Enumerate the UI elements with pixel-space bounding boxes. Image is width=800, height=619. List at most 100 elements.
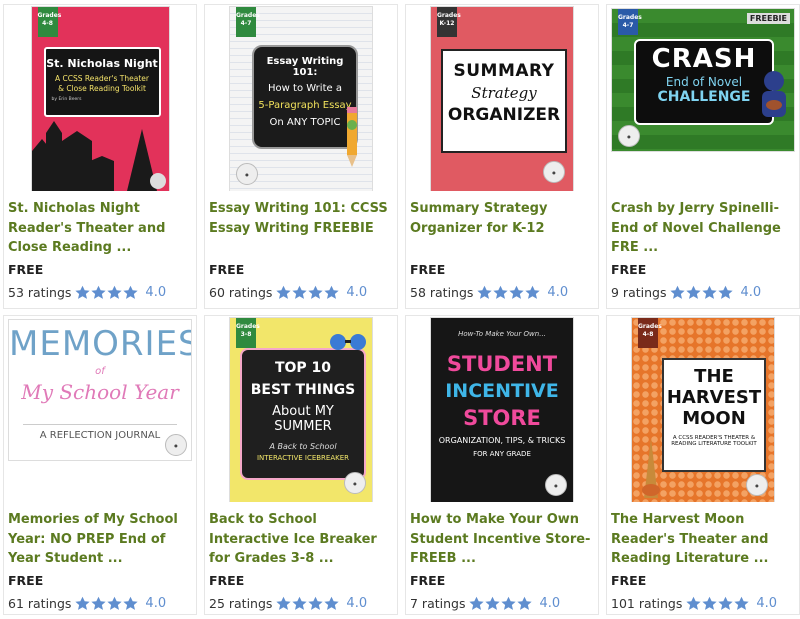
cover-harvest-moon[interactable]: Grades 4-8 THE HARVEST MOON A CCSS READE…: [632, 318, 774, 502]
rating-stars: [477, 285, 541, 300]
cover-back-to-school[interactable]: Grades 3-8 TOP 10 BEST THINGS About MY S…: [230, 318, 372, 502]
grade-badge: Grades 4-8: [638, 318, 662, 348]
rating-score: 4.0: [547, 285, 569, 300]
cover-line: MEMORIES: [9, 324, 191, 364]
product-rating: 61 ratings 4.0: [8, 596, 166, 611]
product-rating: 9 ratings 4.0: [611, 285, 761, 300]
star-icon: [75, 596, 91, 610]
rating-score: 4.0: [346, 285, 368, 300]
star-icon: [107, 596, 123, 610]
rating-stars: [75, 285, 139, 300]
star-icon: [734, 596, 749, 610]
product-thumbnail[interactable]: Grades 4-8 St. Nicholas Night A CCSS Rea…: [4, 5, 196, 191]
product-card[interactable]: MEMORIES of My School Year A REFLECTION …: [3, 315, 197, 615]
star-icon: [324, 285, 340, 299]
product-card[interactable]: Grades 4-7 Essay Writing 101: How to Wri…: [204, 4, 398, 309]
star-icon: [123, 596, 139, 610]
product-grid: Grades 4-8 St. Nicholas Night A CCSS Rea…: [0, 0, 800, 619]
product-card[interactable]: How-To Make Your Own... STUDENT INCENTIV…: [405, 315, 599, 615]
product-rating: 60 ratings 4.0: [209, 285, 367, 300]
ratings-count: 7 ratings: [410, 596, 466, 611]
star-icon: [485, 596, 501, 610]
star-icon: [509, 285, 525, 299]
star-icon: [292, 285, 308, 299]
product-rating: 7 ratings 4.0: [410, 596, 560, 611]
rating-score: 4.0: [145, 285, 167, 300]
product-price: FREE: [410, 262, 446, 277]
cover-line: A Back to School: [269, 442, 337, 451]
cover-byline: by Erin Beers: [51, 97, 82, 102]
star-icon: [91, 285, 107, 299]
star-icon: [686, 596, 701, 610]
product-title-link[interactable]: Essay Writing 101: CCSS Essay Writing FR…: [209, 199, 395, 238]
cover-incentive-store[interactable]: How-To Make Your Own... STUDENT INCENTIV…: [431, 318, 573, 502]
product-price: FREE: [611, 262, 647, 277]
cover-subheading: A CCSS Reader's Theater & Close Reading …: [55, 74, 149, 93]
cover-memories[interactable]: MEMORIES of My School Year A REFLECTION …: [9, 320, 191, 460]
ratings-count: 9 ratings: [611, 285, 667, 300]
product-thumbnail[interactable]: Grades 4-8 THE HARVEST MOON A CCSS READE…: [607, 316, 799, 502]
star-icon: [477, 285, 493, 299]
star-icon: [324, 596, 340, 610]
cover-line: HARVEST: [666, 387, 762, 408]
sunglasses-icon: [330, 334, 366, 350]
cover-line: STUDENT: [446, 352, 558, 376]
cover-heading: St. Nicholas Night: [46, 57, 158, 70]
cover-crash[interactable]: Grades 4-7 FREEBIE CRASH End of Novel CH…: [612, 9, 794, 151]
product-rating: 101 ratings 4.0: [611, 596, 777, 611]
star-icon: [702, 596, 717, 610]
rating-score: 4.0: [346, 596, 368, 611]
product-thumbnail[interactable]: Grades 3-8 TOP 10 BEST THINGS About MY S…: [205, 316, 397, 502]
cover-line: MOON: [682, 408, 746, 429]
star-icon: [276, 285, 292, 299]
star-icon: [75, 285, 91, 299]
product-price: FREE: [611, 573, 647, 588]
product-title-link[interactable]: St. Nicholas Night Reader's Theater and …: [8, 199, 194, 258]
cover-st-nicholas[interactable]: Grades 4-8 St. Nicholas Night A CCSS Rea…: [31, 7, 169, 191]
cover-line: INTERACTIVE ICEBREAKER: [256, 454, 350, 462]
product-price: FREE: [209, 573, 245, 588]
star-icon: [91, 596, 107, 610]
cover-line: Essay Writing 101:: [266, 56, 344, 78]
cover-essay-writing[interactable]: Grades 4-7 Essay Writing 101: How to Wri…: [230, 7, 372, 191]
grade-badge: Grades 4-7: [236, 7, 260, 37]
product-card[interactable]: Grades 4-7 FREEBIE CRASH End of Novel CH…: [606, 4, 800, 309]
product-title-link[interactable]: Summary Strategy Organizer for K-12: [410, 199, 596, 238]
cover-line: THE: [694, 366, 734, 387]
product-thumbnail[interactable]: MEMORIES of My School Year A REFLECTION …: [4, 316, 196, 502]
product-card[interactable]: Grades 3-8 TOP 10 BEST THINGS About MY S…: [204, 315, 398, 615]
product-thumbnail[interactable]: Grades 4-7 Essay Writing 101: How to Wri…: [205, 5, 397, 191]
star-icon: [308, 285, 324, 299]
product-card[interactable]: Grades 4-8 St. Nicholas Night A CCSS Rea…: [3, 4, 197, 309]
cover-line: TOP 10: [274, 360, 332, 376]
product-thumbnail[interactable]: Grades K-12 SUMMARY Strategy ORGANIZER ●: [406, 5, 598, 191]
product-thumbnail[interactable]: How-To Make Your Own... STUDENT INCENTIV…: [406, 316, 598, 502]
grade-badge: Grades 3-8: [236, 318, 260, 348]
product-title-link[interactable]: How to Make Your Own Student Incentive S…: [410, 510, 596, 569]
rating-stars: [686, 596, 750, 611]
cover-subheading: CHALLENGE: [657, 89, 751, 105]
cover-summary-strategy[interactable]: Grades K-12 SUMMARY Strategy ORGANIZER ●: [431, 7, 573, 191]
cover-heading: CRASH: [651, 44, 757, 74]
star-icon: [718, 596, 733, 610]
store-logo-icon: ●: [545, 474, 567, 496]
cover-line: How to Write a: [268, 83, 342, 94]
store-logo-icon: ●: [165, 434, 187, 456]
product-price: FREE: [209, 262, 245, 277]
product-title-link[interactable]: Back to School Interactive Ice Breaker f…: [209, 510, 395, 569]
product-rating: 53 ratings 4.0: [8, 285, 166, 300]
product-thumbnail[interactable]: Grades 4-7 FREEBIE CRASH End of Novel CH…: [607, 5, 799, 191]
rating-stars: [276, 596, 340, 611]
cover-line: STORE: [463, 406, 541, 430]
store-logo-icon: ●: [746, 474, 768, 496]
product-card[interactable]: Grades K-12 SUMMARY Strategy ORGANIZER ●…: [405, 4, 599, 309]
product-title-link[interactable]: Memories of My School Year: NO PREP End …: [8, 510, 194, 569]
product-card[interactable]: Grades 4-8 THE HARVEST MOON A CCSS READE…: [606, 315, 800, 615]
product-title-link[interactable]: The Harvest Moon Reader's Theater and Re…: [611, 510, 797, 569]
cover-line: READING LITERATURE TOOLKIT: [671, 441, 757, 447]
product-title-link[interactable]: Crash by Jerry Spinelli-End of Novel Cha…: [611, 199, 797, 258]
rating-score: 4.0: [740, 285, 762, 300]
product-price: FREE: [8, 573, 44, 588]
rating-stars: [276, 285, 340, 300]
star-icon: [670, 285, 686, 299]
